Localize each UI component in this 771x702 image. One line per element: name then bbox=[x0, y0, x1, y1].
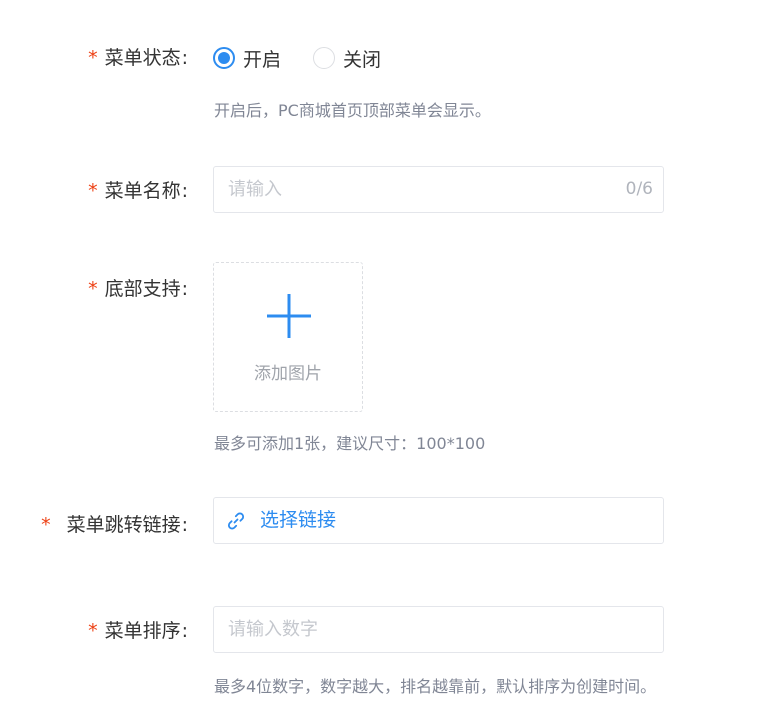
menu-sort-hint: 最多4位数字，数字越大，排名越靠前，默认排序为创建时间。 bbox=[214, 677, 657, 696]
label-colon: : bbox=[181, 620, 188, 642]
bottom-support-label-text: 底部支持 bbox=[104, 278, 181, 300]
menu-link-label: * 菜单跳转链接: bbox=[41, 512, 188, 538]
required-mark: * bbox=[88, 180, 98, 202]
radio-disable-circle[interactable] bbox=[313, 47, 336, 69]
menu-status-label-text: 菜单状态 bbox=[104, 47, 181, 69]
bottom-support-hint: 最多可添加1张，建议尺寸：100*100 bbox=[214, 434, 486, 453]
menu-sort-label-text: 菜单排序 bbox=[104, 620, 181, 642]
menu-name-char-counter: 0/6 bbox=[625, 179, 653, 199]
menu-status-hint: 开启后，PC商城首页顶部菜单会显示。 bbox=[214, 101, 491, 120]
menu-name-label: * 菜单名称: bbox=[88, 178, 188, 204]
select-link-button[interactable]: 选择链接 bbox=[213, 497, 664, 544]
radio-disable-label: 关闭 bbox=[343, 48, 382, 71]
required-mark: * bbox=[41, 514, 51, 536]
menu-settings-form: * 菜单状态: 开启 关闭 开启后，PC商城首页顶部菜单会显示。 * 菜单名称: 请… bbox=[0, 0, 771, 702]
menu-name-placeholder: 请输入 bbox=[228, 179, 282, 200]
radio-enable-circle[interactable] bbox=[213, 47, 235, 69]
menu-status-radio-group: 开启 关闭 bbox=[213, 44, 413, 72]
label-colon: : bbox=[181, 180, 188, 202]
required-mark: * bbox=[88, 278, 98, 300]
label-colon: : bbox=[181, 278, 188, 300]
menu-name-label-text: 菜单名称 bbox=[104, 180, 181, 202]
image-upload-box[interactable]: 添加图片 bbox=[213, 262, 363, 412]
radio-enable[interactable]: 开启 bbox=[213, 45, 281, 72]
required-mark: * bbox=[88, 620, 98, 642]
label-colon: : bbox=[181, 514, 188, 536]
menu-status-label: * 菜单状态: bbox=[88, 45, 188, 71]
label-colon: : bbox=[181, 47, 188, 69]
menu-name-input[interactable]: 请输入 0/6 bbox=[213, 166, 664, 213]
menu-sort-label: * 菜单排序: bbox=[88, 618, 188, 644]
upload-label: 添加图片 bbox=[254, 364, 322, 384]
radio-enable-label: 开启 bbox=[243, 48, 282, 71]
link-icon bbox=[227, 512, 245, 530]
required-mark: * bbox=[88, 47, 98, 69]
radio-disable[interactable]: 关闭 bbox=[313, 45, 381, 72]
menu-sort-input[interactable]: 请输入数字 bbox=[213, 606, 664, 653]
bottom-support-label: * 底部支持: bbox=[88, 276, 188, 302]
menu-sort-placeholder: 请输入数字 bbox=[228, 619, 318, 640]
plus-icon bbox=[267, 294, 311, 338]
select-link-text: 选择链接 bbox=[260, 509, 337, 531]
menu-link-label-text: 菜单跳转链接 bbox=[66, 514, 181, 536]
